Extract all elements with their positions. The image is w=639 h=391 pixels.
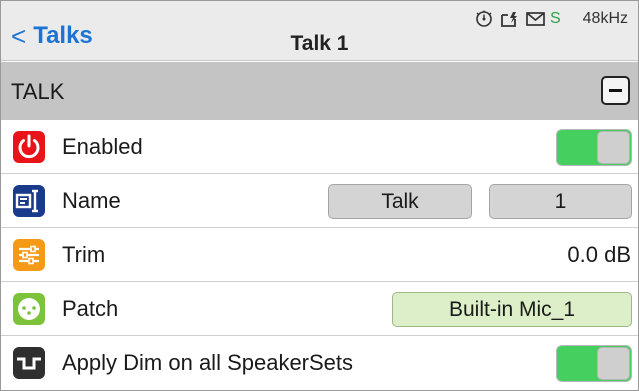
name-tag-icon <box>13 185 45 217</box>
card-flash-icon <box>500 11 519 27</box>
app-window: < Talks Talk 1 S 48kHz TALK Enabled Name… <box>0 0 639 391</box>
navigation-bar: < Talks Talk 1 S 48kHz <box>1 1 638 61</box>
dim-pulse-icon <box>13 347 45 379</box>
row-enabled: Enabled <box>1 120 638 174</box>
sync-status-indicator: S <box>549 10 561 27</box>
toggle-knob <box>597 347 630 380</box>
row-trim: Trim 0.0 dB <box>1 228 638 282</box>
enabled-label: Enabled <box>62 134 143 159</box>
apply-dim-label: Apply Dim on all SpeakerSets <box>62 350 354 375</box>
name-number-button[interactable]: 1 <box>489 184 632 219</box>
name-label: Name <box>62 188 121 213</box>
trim-label: Trim <box>62 242 106 267</box>
sliders-icon <box>13 239 45 271</box>
power-icon <box>13 131 45 163</box>
patch-source-button[interactable]: Built-in Mic_1 <box>392 292 632 327</box>
collapse-button[interactable] <box>601 76 630 105</box>
enabled-toggle[interactable] <box>556 129 632 166</box>
section-title: TALK <box>11 79 65 104</box>
toggle-knob <box>597 131 630 164</box>
status-bar: S 48kHz <box>468 10 628 28</box>
row-name: Name Talk 1 <box>1 174 638 228</box>
apply-dim-toggle[interactable] <box>556 345 632 382</box>
sample-rate: 48kHz <box>582 10 628 27</box>
section-header-talk: TALK <box>1 62 638 120</box>
connector-icon <box>13 293 45 325</box>
row-patch: Patch Built-in Mic_1 <box>1 282 638 336</box>
clock-sync-icon <box>475 10 493 28</box>
trim-value[interactable]: 0.0 dB <box>567 242 631 268</box>
row-apply-dim: Apply Dim on all SpeakerSets <box>1 336 638 390</box>
envelope-icon <box>526 12 545 26</box>
page-title: Talk 1 <box>290 32 349 55</box>
name-prefix-button[interactable]: Talk <box>328 184 472 219</box>
patch-label: Patch <box>62 296 119 321</box>
